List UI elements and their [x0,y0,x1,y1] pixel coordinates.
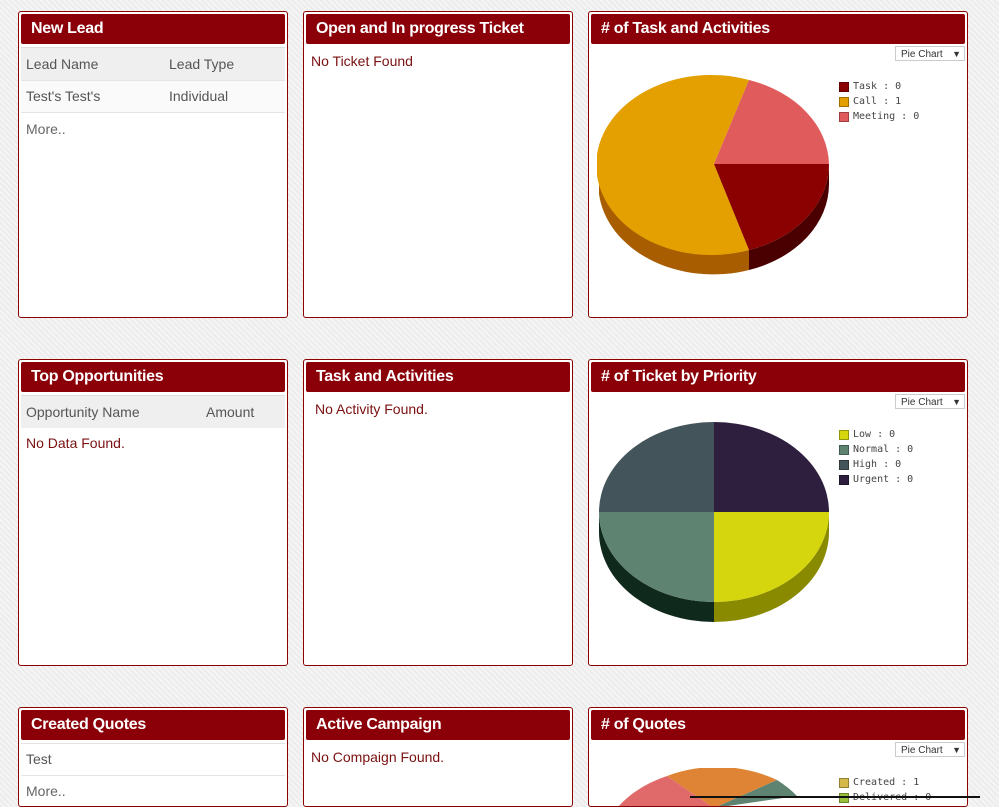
panel-title: Top Opportunities [21,362,285,392]
pie-slice-urgent[interactable] [714,422,829,512]
table-row[interactable]: Test's Test's Individual [21,80,285,113]
legend-item-call: Call : 1 [839,94,919,109]
panel-title: Task and Activities [306,362,570,392]
empty-message: No Compaign Found. [311,749,445,765]
legend-swatch [839,444,849,455]
panel-title: # of Quotes [591,710,965,740]
legend-item-created: Created : 1 [839,775,931,790]
new-lead-panel: New Lead Lead Name Lead Type Test's Test… [18,11,288,318]
lead-type-cell: Individual [169,88,229,104]
legend-label: Low : 0 [853,429,896,440]
chevron-down-icon: ▼ [952,745,961,755]
legend-label: Task : 0 [853,81,902,92]
legend-label: Normal : 0 [853,444,914,455]
pie-chart[interactable] [597,768,837,807]
pie-chart[interactable] [597,70,837,290]
legend-item-low: Low : 0 [839,427,913,442]
pie-slice-low[interactable] [714,512,829,602]
chart-legend: Low : 0 Normal : 0 High : 0 Urgent : 0 [839,427,913,487]
select-value: Pie Chart [901,745,943,756]
table-row[interactable]: Test [21,743,285,776]
empty-message: No Ticket Found [311,53,413,69]
pie-slice-high[interactable] [599,422,714,512]
chart-type-select[interactable]: Pie Chart ▼ [895,394,965,409]
quote-name-cell[interactable]: Test [21,744,52,775]
chevron-down-icon: ▼ [952,397,961,407]
quotes-chart-panel: # of Quotes Pie Chart ▼ Created : 1 Deliv… [588,707,968,807]
legend-item-urgent: Urgent : 0 [839,472,913,487]
legend-label: Urgent : 0 [853,474,914,485]
legend-swatch [839,777,849,788]
panel-title: # of Task and Activities [591,14,965,44]
more-link[interactable]: More.. [19,113,287,145]
legend-item-normal: Normal : 0 [839,442,913,457]
legend-swatch [839,429,849,440]
legend-item-high: High : 0 [839,457,913,472]
ticket-priority-chart-panel: # of Ticket by Priority Pie Chart ▼ Low :… [588,359,968,666]
empty-message: No Activity Found. [315,401,428,417]
chart-legend: Task : 0 Call : 1 Meeting : 0 [839,79,919,124]
select-value: Pie Chart [901,49,943,60]
task-activities-panel: Task and Activities No Activity Found. [303,359,573,666]
column-header-lead-name[interactable]: Lead Name [21,48,164,80]
created-quotes-panel: Created Quotes Test More.. [18,707,288,807]
legend-swatch [839,81,849,92]
legend-swatch [839,111,849,122]
column-header-opportunity-name[interactable]: Opportunity Name [21,396,201,428]
legend-item-meeting: Meeting : 0 [839,109,919,124]
open-tickets-panel: Open and In progress Ticket No Ticket Fo… [303,11,573,318]
more-link[interactable]: More.. [19,776,287,806]
chart-type-select[interactable]: Pie Chart ▼ [895,742,965,757]
table-header: Opportunity Name Amount [21,395,285,428]
chevron-down-icon: ▼ [952,49,961,59]
legend-label: Call : 1 [853,96,902,107]
legend-label: High : 0 [853,459,902,470]
active-campaign-panel: Active Campaign No Compaign Found. [303,707,573,807]
legend-swatch [839,459,849,470]
panel-title: Created Quotes [21,710,285,740]
legend-swatch [839,96,849,107]
pie-slice-normal[interactable] [599,512,714,602]
chart-legend: Created : 1 Delivered : 0 [839,775,931,805]
column-header-lead-type[interactable]: Lead Type [164,48,234,80]
pie-chart[interactable] [597,420,837,640]
panel-title: Open and In progress Ticket [306,14,570,44]
empty-message: No Data Found. [26,435,125,451]
chart-type-select[interactable]: Pie Chart ▼ [895,46,965,61]
top-opportunities-panel: Top Opportunities Opportunity Name Amoun… [18,359,288,666]
column-header-amount[interactable]: Amount [201,396,254,428]
legend-label: Created : 1 [853,777,920,788]
legend-item-task: Task : 0 [839,79,919,94]
task-activities-chart-panel: # of Task and Activities Pie Chart ▼ Task… [588,11,968,318]
select-value: Pie Chart [901,397,943,408]
legend-swatch [839,474,849,485]
table-header: Lead Name Lead Type [21,47,285,80]
panel-title: # of Ticket by Priority [591,362,965,392]
legend-label: Meeting : 0 [853,111,920,122]
panel-title: New Lead [21,14,285,44]
lead-name-cell[interactable]: Test's Test's [21,81,164,112]
panel-title: Active Campaign [306,710,570,740]
